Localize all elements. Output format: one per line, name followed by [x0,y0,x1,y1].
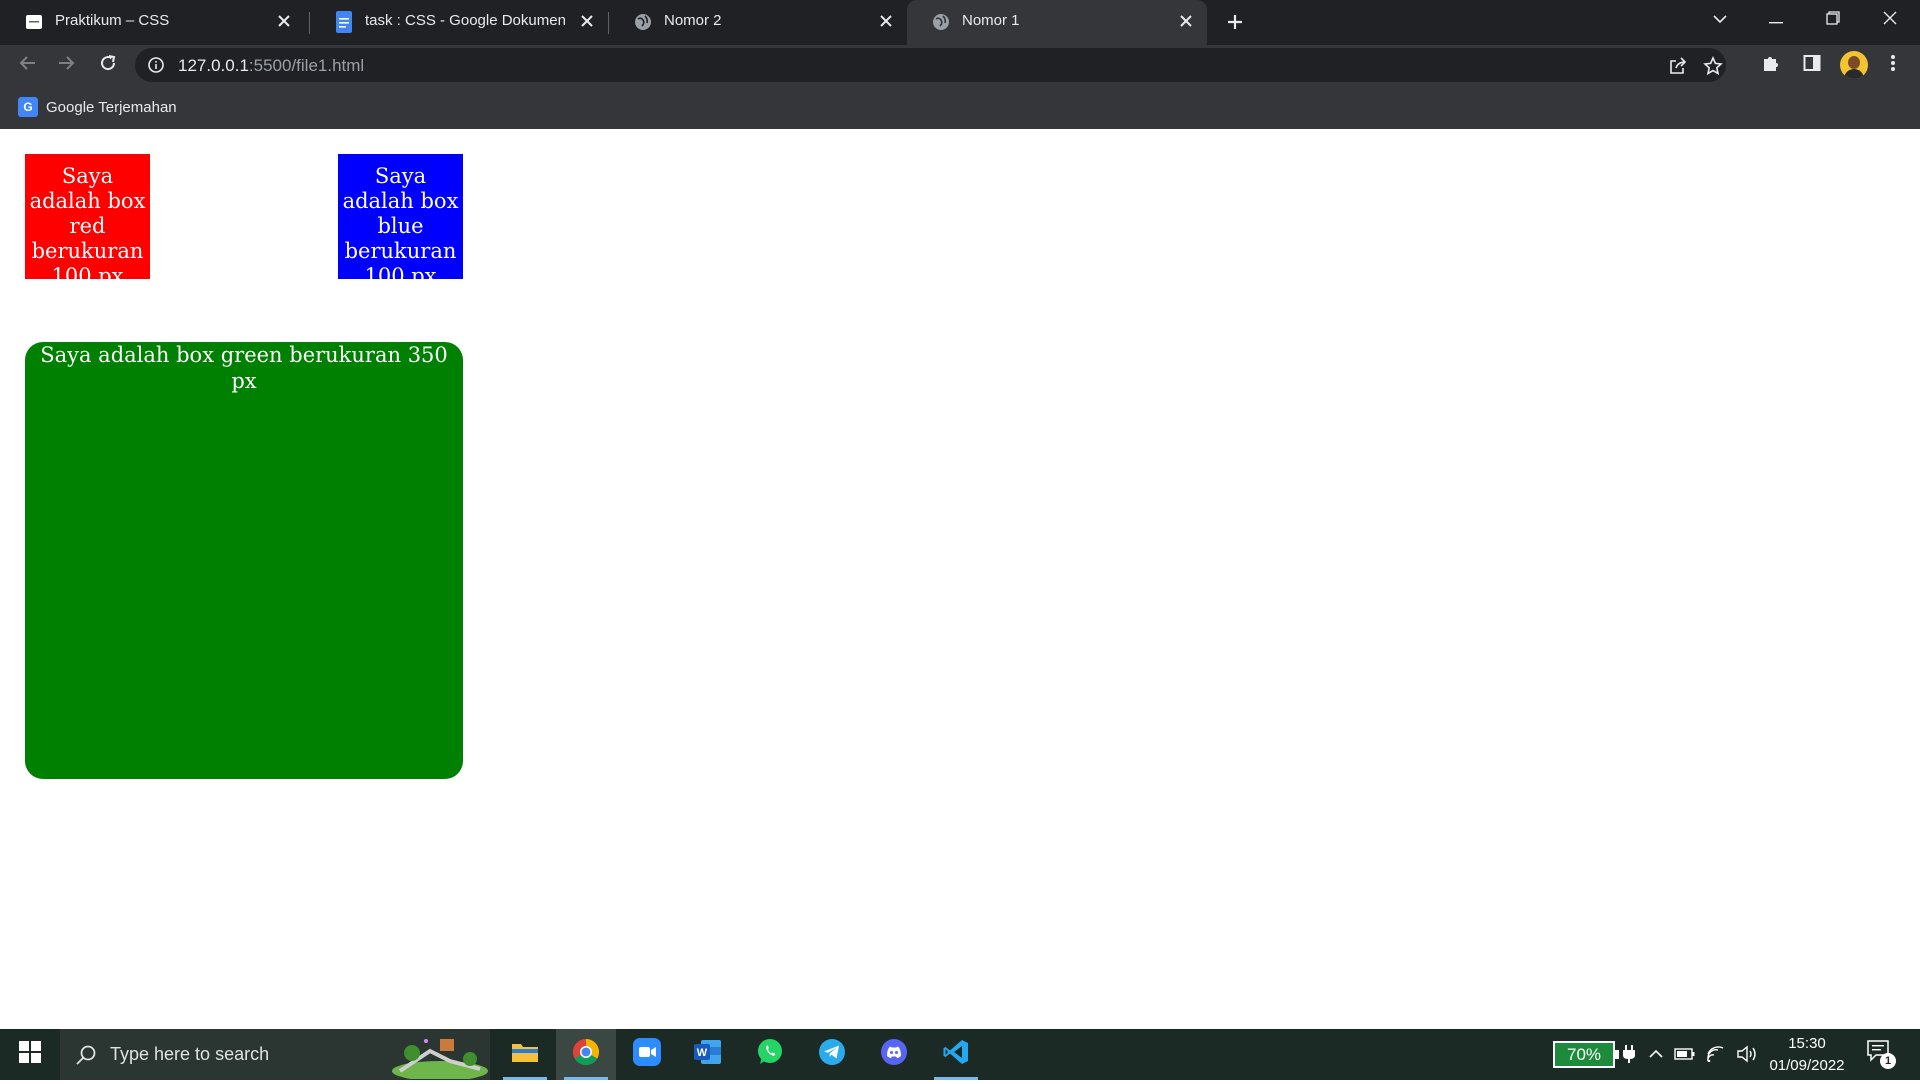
taskbar-discord[interactable] [864,1029,924,1080]
google-docs-icon [334,11,354,33]
menu-button[interactable] [1880,52,1906,78]
avatar-body [1844,69,1864,79]
arrow-right-icon [58,55,76,76]
red-box: Saya adalah box red berukuran 100 px [25,154,150,288]
close-tab-icon[interactable] [273,10,295,32]
tab-strip: Praktikum – CSS task : CSS - Google Doku… [0,0,1920,45]
puzzle-icon [1761,53,1781,78]
bookmark-google-terjemahan[interactable]: G Google Terjemahan [18,95,177,119]
whatsapp-icon [756,1038,784,1071]
vscode-icon [942,1038,970,1071]
bookmarks-bar: G Google Terjemahan [0,85,1920,129]
close-window-button[interactable] [1862,0,1918,40]
chevron-up-icon[interactable] [1644,1042,1668,1066]
folder-icon [511,1040,539,1069]
taskbar-telegram[interactable] [802,1029,862,1080]
url-text: 127.0.0.1:5500/file1.html [178,56,364,76]
tab-google-docs[interactable]: task : CSS - Google Dokumen [310,0,608,45]
taskbar-vscode[interactable] [926,1029,986,1080]
windows-taskbar: Type here to search W 70% 15:30 01/09/20… [0,1029,1920,1081]
tab-title: Nomor 2 [664,12,722,29]
close-tab-icon[interactable] [1175,10,1197,32]
bookmark-star-icon[interactable] [1702,55,1724,77]
word-icon: W [693,1038,723,1071]
page-icon [24,12,44,32]
zoom-icon [633,1038,661,1071]
telegram-icon [818,1038,846,1071]
minimize-button[interactable] [1748,0,1804,40]
google-translate-icon: G [18,97,38,117]
tab-title: Nomor 1 [962,12,1020,29]
web-page-content: Saya adalah box red berukuran 100 px Say… [0,129,1920,1029]
clock-date: 01/09/2022 [1769,1057,1845,1074]
volume-icon[interactable] [1735,1042,1759,1066]
side-panel-button[interactable] [1799,52,1825,78]
taskbar-whatsapp[interactable] [740,1029,800,1080]
plug-icon [1617,1042,1641,1066]
side-panel-icon [1803,54,1821,77]
blue-box: Saya adalah box blue berukuran 100 px [338,154,463,288]
reload-icon [99,54,117,77]
share-icon[interactable] [1667,55,1689,77]
notification-center-button[interactable]: 1 [1866,1039,1896,1069]
tab-nomor-1[interactable]: Nomor 1 [907,0,1207,45]
globe-icon [633,12,653,32]
address-bar[interactable]: 127.0.0.1:5500/file1.html [135,48,1726,82]
extensions-button[interactable] [1758,52,1784,78]
taskbar-file-explorer[interactable] [495,1029,555,1080]
bookmark-label: Google Terjemahan [46,98,177,116]
reload-button[interactable] [92,49,124,81]
arrow-left-icon [18,55,36,76]
battery-percentage: 70% [1566,1044,1602,1064]
chrome-icon [572,1038,600,1071]
restore-button[interactable] [1805,0,1861,40]
avatar-face [1848,56,1860,69]
search-highlight-illustration [390,1031,490,1081]
battery-indicator[interactable]: 70% [1553,1041,1619,1068]
red-box-text: Saya adalah box red berukuran 100 px [29,164,146,288]
minimize-icon [1769,11,1783,29]
tab-nomor-2[interactable]: Nomor 2 [609,0,907,45]
start-button[interactable] [0,1029,60,1080]
windows-logo-icon [19,1041,41,1068]
back-button[interactable] [11,49,43,81]
globe-icon [931,12,951,32]
tab-search-button[interactable] [1692,0,1748,40]
restore-icon [1826,10,1840,30]
close-tab-icon[interactable] [875,10,897,32]
system-clock[interactable]: 15:30 01/09/2022 [1762,1033,1852,1077]
forward-button[interactable] [51,49,83,81]
discord-icon [879,1038,909,1071]
taskbar-search-box[interactable]: Type here to search [60,1029,490,1081]
close-icon [1883,11,1897,30]
search-placeholder: Type here to search [110,1044,270,1064]
taskbar-zoom[interactable] [617,1029,677,1080]
tab-title: Praktikum – CSS [55,12,170,29]
notification-count-badge: 1 [1880,1053,1896,1069]
tab-praktikum-css[interactable]: Praktikum – CSS [0,0,305,45]
kebab-menu-icon [1890,54,1896,77]
info-icon[interactable] [147,56,165,74]
wifi-icon[interactable] [1704,1042,1728,1066]
taskbar-word[interactable]: W [678,1029,738,1080]
translate-icon-letter: G [23,100,33,114]
battery-icon[interactable] [1673,1042,1697,1066]
chevron-down-icon [1712,11,1728,29]
new-tab-button[interactable] [1222,9,1248,35]
taskbar-chrome[interactable] [556,1029,616,1080]
url-path: :5500/file1.html [248,56,365,75]
profile-avatar[interactable] [1840,51,1868,79]
green-box: Saya adalah box green berukuran 350 px [25,342,463,779]
green-box-text: Saya adalah box green berukuran 350 px [40,343,448,393]
url-host: 127.0.0.1 [178,56,249,75]
blue-box-text: Saya adalah box blue berukuran 100 px [342,164,459,288]
browser-toolbar: 127.0.0.1:5500/file1.html [0,45,1920,85]
clock-time: 15:30 [1788,1035,1826,1052]
search-icon [74,1043,98,1067]
close-tab-icon[interactable] [576,10,598,32]
tab-title: task : CSS - Google Dokumen [365,12,566,29]
svg-text:W: W [697,1047,708,1059]
